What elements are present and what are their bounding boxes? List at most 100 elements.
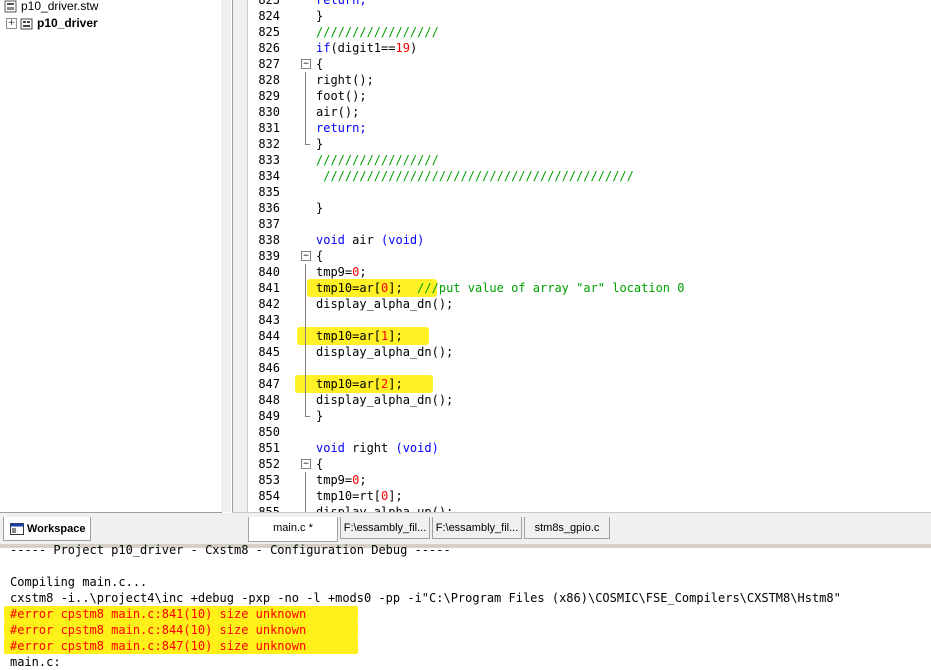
fold-end-guide [301,408,311,424]
code-token: ]; [388,489,403,503]
tree-item-workspace-label: p10_driver.stw [21,0,99,13]
code-area[interactable]: 823 return; 824} 825/////////////////826 if(… [248,0,931,512]
line-number: 828 [258,73,280,87]
code-token: air(); [316,105,360,119]
workspace-scrollbar[interactable] [221,0,231,512]
tab-main-c[interactable]: main.c * [248,517,338,542]
code-line[interactable]: 844 tmp10=ar[1]; [248,328,931,344]
code-line[interactable]: 853 tmp9=0; [248,472,931,488]
code-line[interactable]: 824} [248,8,931,24]
code-text: void right (void) [316,440,439,456]
code-line[interactable]: 826 if(digit1==19) [248,40,931,56]
line-number: 849 [258,409,280,423]
code-line[interactable]: 841 tmp10=ar[0]; ///put value of array "a… [248,280,931,296]
code-line[interactable]: 833 ///////////////// [248,152,931,168]
tab-essambly-file-1[interactable]: F:\essambly_fil... [340,517,430,539]
code-token: } [316,9,324,23]
code-line[interactable]: 831 return; [248,120,931,136]
code-line[interactable]: 854 tmp10=rt[0]; [248,488,931,504]
code-line[interactable]: 840 tmp9=0; [248,264,931,280]
tree-item-project[interactable]: + p10_driver [6,15,98,31]
code-token: right(); [316,73,374,87]
code-line[interactable]: 842 display_alpha_dn(); [248,296,931,312]
code-line[interactable]: 845 display_alpha_dn(); [248,344,931,360]
code-line[interactable]: 843 [248,312,931,328]
code-token: display_alpha_dn(); [316,297,454,311]
tree-item-workspace[interactable]: p10_driver.stw [4,0,98,14]
expand-toggle-icon[interactable]: + [6,18,17,30]
code-line[interactable]: 852 −{ [248,456,931,472]
output-line[interactable]: cxstm8 -i..\project4\inc +debug -pxp -no… [10,590,841,606]
code-token: ///put value of array "ar" location 0 [417,281,685,295]
code-line[interactable]: 836} [248,200,931,216]
tab-workspace-label: Workspace [27,523,86,535]
code-line[interactable]: 823 return; [248,0,931,8]
code-line[interactable]: 835 [248,184,931,200]
code-text: ///////////////// [316,24,439,40]
line-number: 841 [258,281,280,295]
code-token: tmp9= [316,265,353,279]
code-line[interactable]: 834 ////////////////////////////////////… [248,168,931,184]
code-line[interactable]: 838 void air (void) [248,232,931,248]
code-text: tmp9=0; [316,264,367,280]
line-number: 835 [258,185,280,199]
output-line[interactable]: ----- Project p10_driver - Cxstm8 - Conf… [10,542,451,558]
code-line[interactable]: 847 tmp10=ar[2]; [248,376,931,392]
error-message[interactable]: #error cpstm8 main.c:847(10) size unknow… [10,638,306,654]
error-message[interactable]: #error cpstm8 main.c:844(10) size unknow… [10,622,306,638]
code-line[interactable]: 855 display_alpha_up(); [248,504,931,512]
line-number: 834 [258,169,280,183]
code-line[interactable]: 829 foot(); [248,88,931,104]
code-text: } [316,200,323,216]
error-message[interactable]: #error cpstm8 main.c:841(10) size unknow… [10,606,306,622]
tab-essambly-file-2[interactable]: F:\essambly_fil... [432,517,522,539]
line-number: 842 [258,297,280,311]
line-number: 838 [258,233,280,247]
code-line[interactable]: 832} [248,136,931,152]
line-number: 844 [258,329,280,343]
code-line[interactable]: 848 display_alpha_dn(); [248,392,931,408]
build-output-panel[interactable]: ----- Project p10_driver - Cxstm8 - Conf… [0,542,931,670]
code-line[interactable]: 825 ///////////////// [248,24,931,40]
fold-guide [301,360,311,376]
line-number: 837 [258,217,280,231]
fold-end-guide [301,136,311,152]
code-line[interactable]: 850 [248,424,931,440]
line-number: 829 [258,89,280,103]
code-text: tmp10=ar[0]; ///put value of array "ar" … [316,280,684,296]
line-number: 852 [258,457,280,471]
line-number: 824 [258,9,280,23]
workspace-panel: p10_driver.stw + p10_driver Workspace [0,0,232,544]
tab-workspace[interactable]: Workspace [3,517,91,541]
code-line[interactable]: 851 void right (void) [248,440,931,456]
code-line[interactable]: 827 −{ [248,56,931,72]
output-line[interactable]: Compiling main.c... [10,574,147,590]
code-line[interactable]: 830 air(); [248,104,931,120]
code-token: { [316,249,324,263]
code-text: ///////////////// [316,152,439,168]
code-text: { [316,56,323,72]
line-number: 827 [258,57,280,71]
fold-toggle-icon[interactable]: − [301,248,311,264]
code-token: (void) [381,233,425,247]
code-token: return; [316,121,367,135]
code-line[interactable]: 828 right(); [248,72,931,88]
fold-toggle-icon[interactable]: − [301,456,311,472]
code-token: } [316,137,324,151]
tab-stm8s-gpio-c[interactable]: stm8s_gpio.c [524,517,610,539]
fold-guide [301,472,311,488]
code-editor[interactable]: 823 return; 824} 825/////////////////826 if(… [232,0,931,512]
code-token: ]; [388,329,403,343]
code-line[interactable]: 846 [248,360,931,376]
line-number: 847 [258,377,280,391]
code-token: if [316,41,331,55]
code-line[interactable]: 839 −{ [248,248,931,264]
code-text: display_alpha_dn(); [316,392,453,408]
fold-toggle-icon[interactable]: − [301,56,311,72]
output-line[interactable]: main.c: [10,654,61,670]
code-line[interactable]: 849} [248,408,931,424]
code-line[interactable]: 837 [248,216,931,232]
line-number: 855 [258,505,280,512]
line-number: 833 [258,153,280,167]
fold-guide [301,504,311,512]
